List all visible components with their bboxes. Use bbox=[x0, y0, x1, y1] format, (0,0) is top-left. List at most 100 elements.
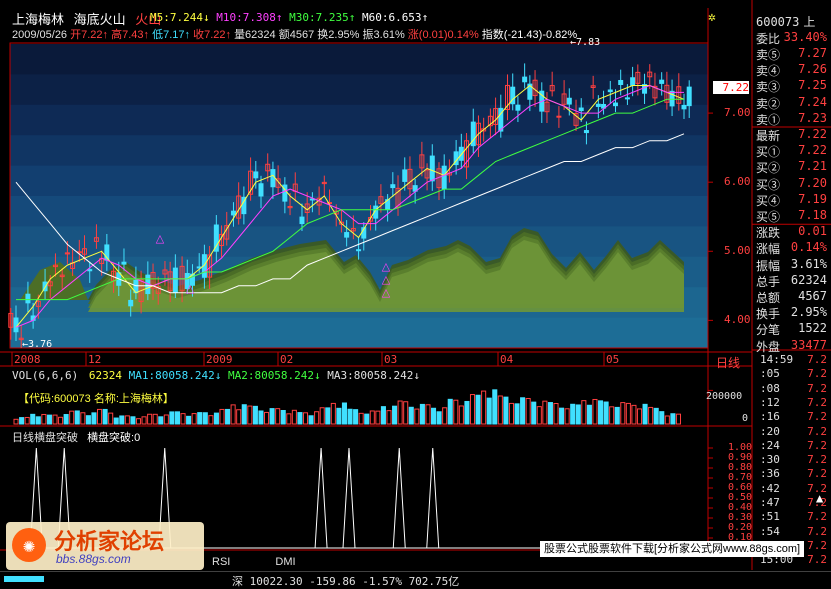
stock-name: 上海梅林 bbox=[12, 12, 65, 27]
breakout-spike bbox=[342, 447, 356, 549]
quote-row-value: 7.20 bbox=[798, 175, 827, 190]
candle-body bbox=[356, 249, 362, 252]
volume-bar bbox=[553, 403, 559, 425]
volume-bar bbox=[581, 400, 587, 425]
volume-bar bbox=[191, 413, 197, 425]
volume-bar bbox=[648, 406, 654, 425]
arrow-up-icon: ↑ bbox=[143, 29, 150, 41]
quote-row-label: 涨幅 bbox=[756, 242, 781, 257]
volume-bar bbox=[30, 413, 36, 425]
period-label[interactable]: 日线 bbox=[716, 354, 740, 371]
volume-bar bbox=[347, 408, 353, 425]
arrow-up-icon: ↑ bbox=[102, 29, 109, 41]
volume-bar bbox=[481, 390, 487, 425]
candle-body bbox=[578, 107, 584, 112]
vol-value: 62324 bbox=[88, 369, 122, 382]
volume-bar bbox=[436, 411, 442, 425]
volume-bar bbox=[358, 412, 364, 425]
stock-chart-window: △ △ △ △ △ 上海梅林 海底火山 火山 M5:7.244↓ M10:7.308↑ … bbox=[0, 0, 831, 589]
volume-bar bbox=[514, 403, 520, 425]
volume-bar bbox=[314, 411, 320, 425]
volume-bar bbox=[364, 413, 370, 425]
quote-row-label: 分笔 bbox=[756, 323, 781, 338]
volume-bar bbox=[135, 418, 142, 425]
tab-rsi[interactable]: RSI bbox=[206, 556, 236, 568]
tick-price: 7.2 bbox=[807, 367, 827, 381]
volume-bar bbox=[302, 412, 309, 425]
candle-body bbox=[630, 77, 636, 86]
volume-bar bbox=[614, 406, 620, 425]
close-label: 收7.22 bbox=[193, 29, 226, 41]
download-banner[interactable]: 股票公式股票软件下载[分析家公式网www.88gs.com] bbox=[540, 541, 805, 557]
volume-bar bbox=[325, 407, 331, 425]
tick-time: :20 bbox=[760, 424, 780, 438]
vol-tick-max: 200000 bbox=[706, 391, 743, 402]
change-label: 涨(0.01)0.14% bbox=[407, 29, 479, 41]
quote-row-label: 卖⑤ bbox=[756, 48, 781, 62]
quote-row-label: 买③ bbox=[756, 177, 781, 192]
volume-bar bbox=[113, 417, 119, 425]
volume-bar bbox=[603, 401, 609, 425]
quote-row-label: 买⑤ bbox=[756, 210, 781, 224]
candle-body bbox=[429, 155, 435, 182]
quote-row-value: 7.19 bbox=[798, 191, 827, 206]
candle-body bbox=[402, 169, 408, 182]
indicator-header: 日线横盘突破 横盘突破:0 bbox=[12, 429, 140, 445]
menu-haidi[interactable]: 海底火山 bbox=[74, 12, 126, 27]
volume-bar bbox=[124, 415, 130, 425]
low-label: 低7.17 bbox=[152, 29, 185, 41]
tab-dmi[interactable]: DMI bbox=[269, 556, 301, 568]
volume-bar bbox=[525, 398, 531, 425]
quote-row-value: 7.22 bbox=[798, 143, 827, 158]
quote-row: 总手 62324 bbox=[754, 273, 831, 289]
date-x-tick: 12 bbox=[88, 353, 102, 366]
quote-row-label: 总手 bbox=[756, 274, 781, 289]
quote-row: 卖③ 7.25 bbox=[754, 78, 831, 94]
volume-bar bbox=[174, 411, 181, 425]
date-label: 2009/05/26 bbox=[12, 29, 68, 41]
wei-bi-value: 33.40% bbox=[783, 30, 827, 44]
signal-triangle-icon: △ bbox=[382, 273, 391, 286]
volume-bar bbox=[542, 400, 548, 425]
candle-body bbox=[128, 299, 134, 307]
volume-bar bbox=[414, 408, 420, 425]
tick-price: 7.2 bbox=[807, 524, 827, 538]
tick-time: :12 bbox=[760, 395, 780, 409]
wei-bi-label: 委比 bbox=[756, 32, 781, 46]
volume-bar bbox=[269, 408, 275, 425]
volume-bar bbox=[497, 395, 503, 425]
amount-label: 额4567 bbox=[278, 29, 315, 41]
volume-bar bbox=[664, 415, 670, 425]
quote-row-value: 3.61% bbox=[790, 256, 827, 271]
volume-bar bbox=[52, 414, 58, 425]
candle-body bbox=[121, 261, 127, 265]
price-bg-band bbox=[10, 135, 708, 167]
volume-bar bbox=[19, 417, 25, 425]
volume-bar bbox=[102, 408, 108, 425]
date-x-tick: 02 bbox=[280, 353, 294, 366]
vol-ma3: MA3:80058.242 bbox=[327, 369, 414, 382]
volume-bar bbox=[208, 415, 214, 425]
open-label: 开7.22 bbox=[70, 29, 103, 41]
volume-bar bbox=[609, 406, 615, 425]
sun-icon[interactable]: ✲ bbox=[708, 10, 716, 25]
tick-time: :47 bbox=[760, 496, 780, 509]
chart-canvas[interactable]: △△△△△ bbox=[0, 0, 831, 588]
logo-site: bbs.88gs.com bbox=[56, 552, 131, 566]
volume-bar bbox=[13, 418, 19, 425]
volume-label: 量62324 bbox=[234, 29, 276, 41]
quote-row-label: 卖② bbox=[756, 96, 781, 111]
signal-triangle-icon: △ bbox=[382, 286, 391, 299]
volume-bar bbox=[97, 408, 103, 425]
quote-row-value: 2.95% bbox=[790, 305, 827, 320]
volume-bar bbox=[392, 405, 398, 425]
volume-bar bbox=[625, 402, 631, 425]
volume-bar bbox=[375, 410, 381, 425]
volume-bar bbox=[46, 414, 52, 425]
quote-row-label: 卖③ bbox=[756, 80, 781, 95]
price-y-tick: 7.00 bbox=[724, 106, 751, 120]
signal-triangle-icon: △ bbox=[186, 282, 195, 295]
tick-price: 7.2 bbox=[807, 395, 827, 409]
volume-bar bbox=[297, 412, 303, 425]
candle-body bbox=[344, 232, 350, 238]
